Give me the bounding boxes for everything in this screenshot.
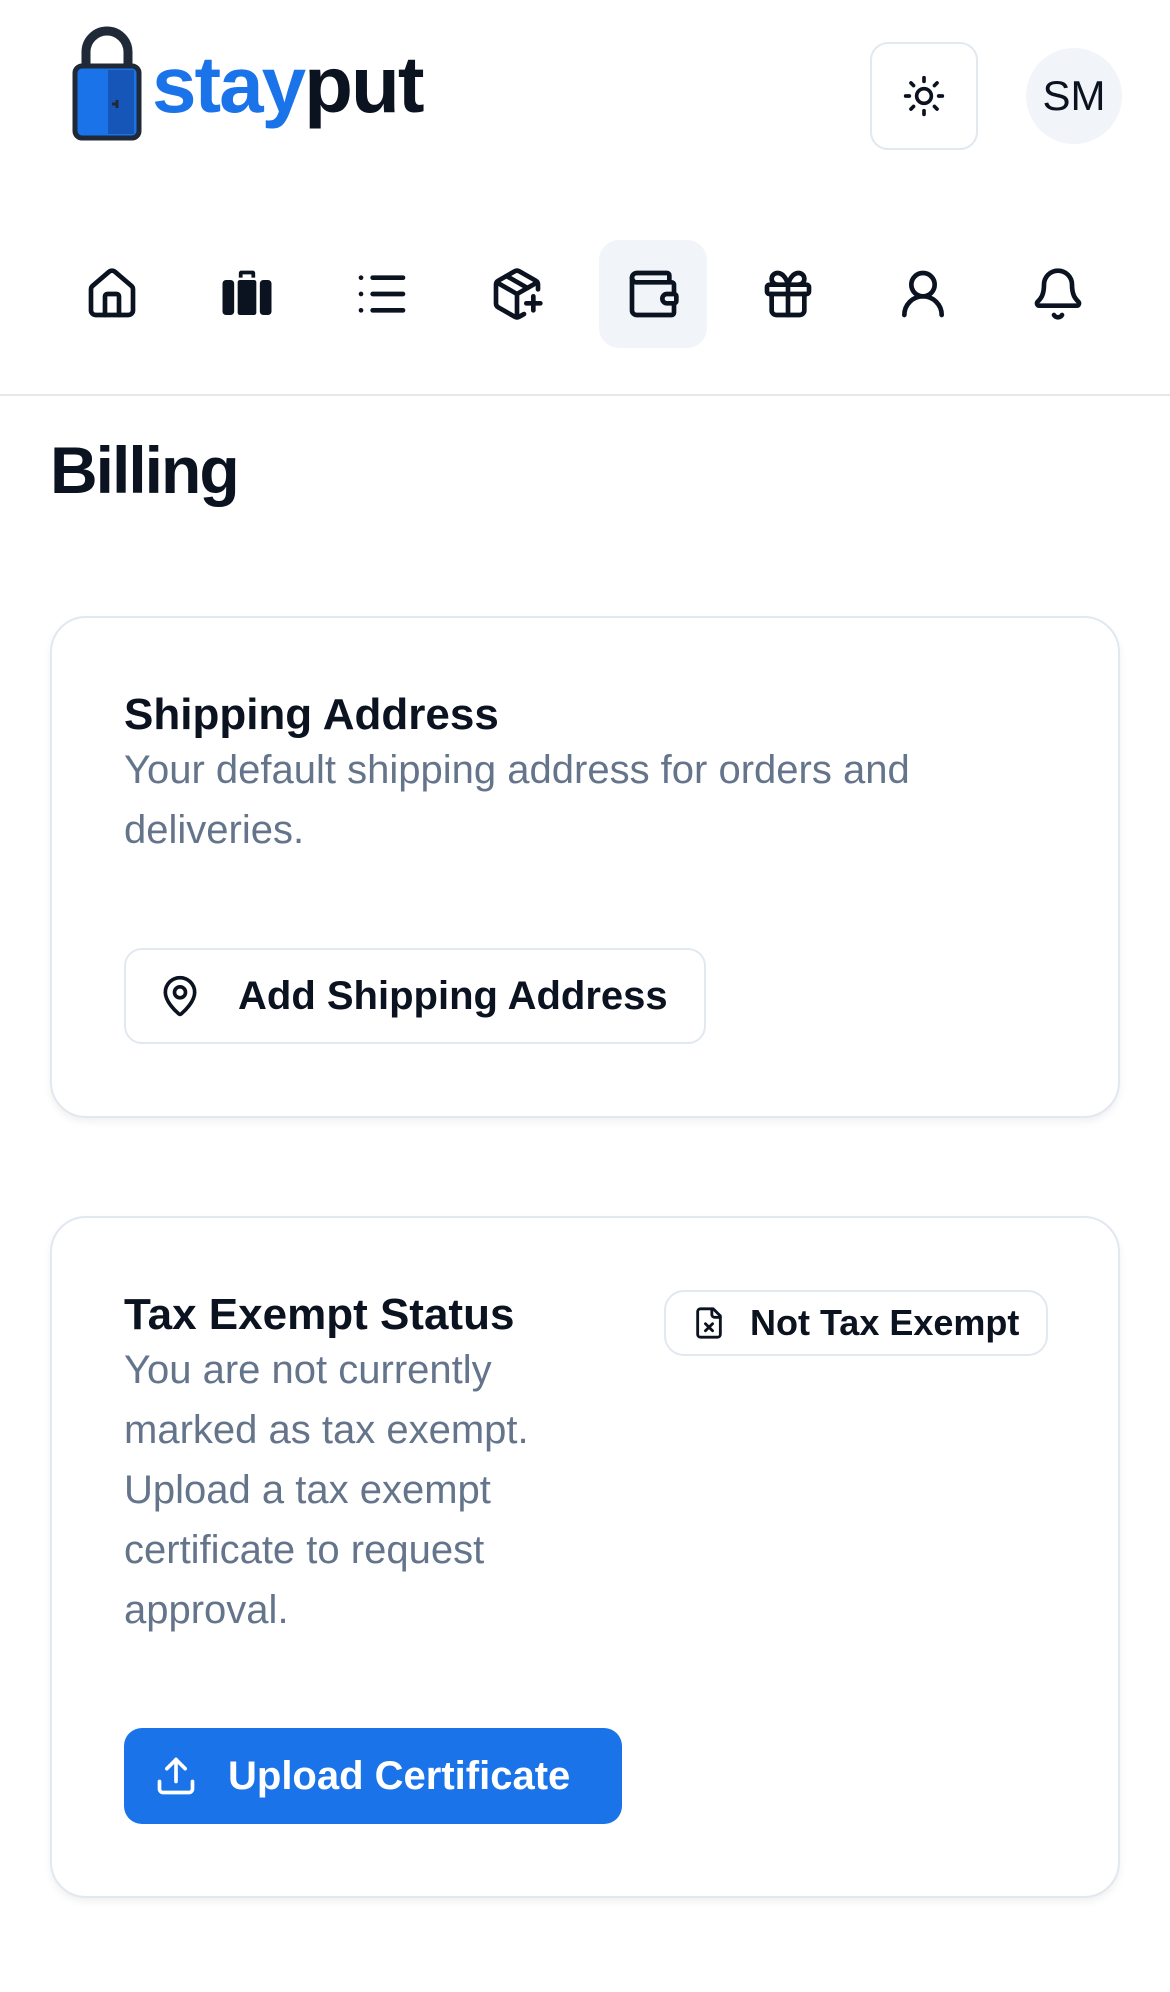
main-nav (58, 240, 1122, 348)
tax-status-badge: Not Tax Exempt (664, 1290, 1048, 1356)
tax-exempt-card: Tax Exempt Status You are not currently … (50, 1216, 1120, 1898)
sun-icon (902, 74, 946, 118)
nav-gifts[interactable] (734, 240, 842, 348)
add-shipping-address-button[interactable]: Add Shipping Address (124, 948, 706, 1044)
add-shipping-address-label: Add Shipping Address (238, 973, 668, 1018)
padlock-logo-icon (72, 24, 142, 142)
app-header: stayput SM (0, 0, 1170, 396)
page-title: Billing (50, 433, 240, 507)
avatar-initials: SM (1042, 72, 1106, 119)
shipping-title: Shipping Address (124, 690, 499, 739)
package-plus-icon (489, 266, 545, 322)
tax-title: Tax Exempt Status (124, 1290, 515, 1339)
upload-certificate-button[interactable]: Upload Certificate (124, 1728, 622, 1824)
shipping-address-card: Shipping Address Your default shipping a… (50, 616, 1120, 1118)
luggage-icon (219, 266, 275, 322)
nav-home[interactable] (58, 240, 166, 348)
logo[interactable]: stayput (72, 24, 425, 142)
home-icon (84, 266, 140, 322)
nav-billing[interactable] (599, 240, 707, 348)
list-icon (354, 266, 410, 322)
brand-name-stay: stay (152, 40, 306, 129)
avatar[interactable]: SM (1026, 48, 1122, 144)
nav-add-package[interactable] (463, 240, 571, 348)
upload-certificate-label: Upload Certificate (228, 1753, 571, 1798)
theme-toggle-button[interactable] (870, 42, 978, 150)
nav-trips[interactable] (193, 240, 301, 348)
nav-list[interactable] (328, 240, 436, 348)
upload-icon (154, 1754, 198, 1798)
map-pin-icon (158, 974, 202, 1018)
gift-icon (760, 266, 816, 322)
nav-account[interactable] (869, 240, 977, 348)
bell-icon (1030, 266, 1086, 322)
wallet-icon (625, 266, 681, 322)
tax-description: You are not currently marked as tax exem… (124, 1348, 529, 1632)
nav-notifications[interactable] (1004, 240, 1112, 348)
user-icon (895, 266, 951, 322)
file-x-icon (692, 1306, 726, 1340)
shipping-description: Your default shipping address for orders… (124, 748, 910, 852)
brand-name-put: put (304, 40, 424, 129)
tax-status-label: Not Tax Exempt (750, 1302, 1020, 1343)
brand-name: stayput (152, 45, 425, 125)
